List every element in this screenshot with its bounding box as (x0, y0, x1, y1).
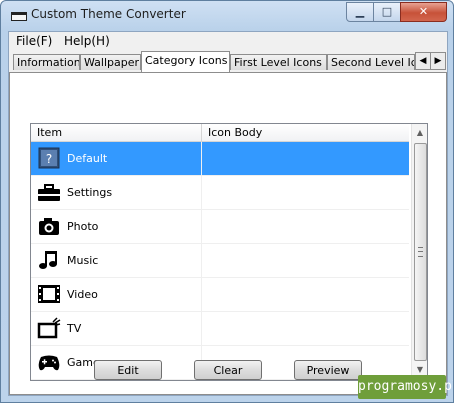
cell-icon-body (202, 312, 409, 345)
tab-wallpaper[interactable]: Wallpaper (80, 54, 141, 70)
cell-icon-body (202, 278, 409, 311)
list-row-default[interactable]: ? Default (31, 142, 409, 176)
menu-file[interactable]: File(F) (16, 34, 52, 48)
column-header-item[interactable]: Item (31, 124, 202, 141)
list-row-tv[interactable]: TV (31, 312, 409, 346)
cell-icon-body (202, 142, 409, 175)
cell-icon-body (202, 244, 409, 277)
client-area: File(F) Help(H) Information Wallpaper Ca… (8, 31, 448, 396)
list-row-video[interactable]: Video (31, 278, 409, 312)
scroll-up-icon[interactable]: ▲ (412, 124, 427, 141)
app-window: Custom Theme Converter ▁ □ ✕ File(F) Hel… (0, 0, 454, 403)
preview-button[interactable]: Preview (294, 360, 362, 380)
list-header: Item Icon Body (31, 124, 409, 142)
list-row-settings[interactable]: Settings (31, 176, 409, 210)
tab-strip: Information Wallpaper Category Icons Fir… (9, 51, 447, 72)
close-button[interactable]: ✕ (400, 2, 447, 22)
title-bar[interactable]: Custom Theme Converter ▁ □ ✕ (1, 1, 453, 31)
question-icon: ? (37, 147, 61, 169)
window-title: Custom Theme Converter (31, 7, 186, 21)
camera-icon (37, 215, 61, 237)
column-header-icon-body[interactable]: Icon Body (202, 124, 409, 141)
toolbox-icon (37, 181, 61, 203)
grip-icon (418, 247, 423, 257)
menu-bar: File(F) Help(H) (9, 32, 447, 50)
row-label: TV (67, 322, 82, 335)
row-label: Music (67, 254, 99, 267)
category-icons-panel: Item Icon Body ? Default Settings Photo … (9, 72, 447, 395)
menu-help[interactable]: Help(H) (64, 34, 110, 48)
cell-item: Settings (31, 176, 202, 209)
tab-second-level-icons[interactable]: Second Level Ic (327, 54, 415, 70)
tab-information[interactable]: Information (13, 54, 80, 70)
cell-icon-body (202, 176, 409, 209)
film-icon (37, 283, 61, 305)
list-scrollbar[interactable]: ▲ ▼ (411, 124, 427, 380)
cell-item: ? Default (31, 142, 202, 175)
row-label: Video (67, 288, 98, 301)
cell-item: Music (31, 244, 202, 277)
clear-button[interactable]: Clear (194, 360, 262, 380)
edit-button[interactable]: Edit (94, 360, 162, 380)
tab-category-icons[interactable]: Category Icons (141, 51, 230, 72)
cell-item: TV (31, 312, 202, 345)
icon-list[interactable]: Item Icon Body ? Default Settings Photo … (30, 123, 428, 381)
svg-text:?: ? (46, 152, 52, 166)
list-row-music[interactable]: Music (31, 244, 409, 278)
row-label: Default (67, 152, 108, 165)
watermark-badge: programosy.pl (358, 375, 453, 399)
list-rows: ? Default Settings Photo Music Video TV … (31, 142, 409, 380)
tab-scroll-left-icon[interactable]: ◀ (415, 52, 431, 70)
window-icon (11, 12, 27, 21)
cell-item: Photo (31, 210, 202, 243)
scrollbar-thumb[interactable] (414, 143, 427, 361)
maximize-button[interactable]: □ (373, 2, 401, 22)
row-label: Settings (67, 186, 113, 199)
list-row-photo[interactable]: Photo (31, 210, 409, 244)
cell-icon-body (202, 210, 409, 243)
row-label: Photo (67, 220, 99, 233)
gamepad-icon (37, 351, 61, 373)
tab-scroll-right-icon[interactable]: ▶ (430, 52, 446, 70)
music-note-icon (37, 249, 61, 271)
tv-icon (37, 317, 61, 339)
tab-first-level-icons[interactable]: First Level Icons (230, 54, 327, 70)
cell-item: Video (31, 278, 202, 311)
minimize-button[interactable]: ▁ (346, 2, 374, 22)
